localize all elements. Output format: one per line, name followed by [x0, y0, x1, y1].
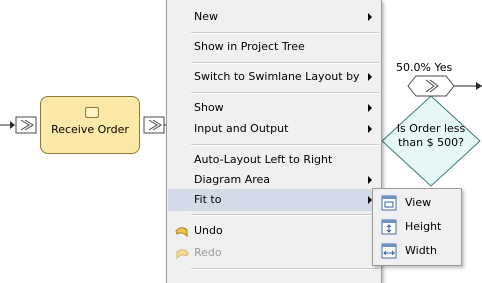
- gateway-percent-label: 50.0% Yes: [396, 61, 453, 74]
- menu-item-redo: Redo: [168, 242, 380, 264]
- fit-height-icon: [381, 219, 397, 235]
- submenu-arrow-icon: [368, 13, 372, 21]
- task-label: Receive Order: [51, 123, 129, 136]
- menu-item-label: Switch to Swimlane Layout by: [194, 70, 360, 83]
- menu-item-fit-to[interactable]: Fit to: [168, 189, 380, 211]
- menu-item-label: Fit to: [194, 193, 222, 206]
- task-output-port-icon[interactable]: [143, 116, 165, 134]
- undo-icon: [175, 227, 188, 238]
- gateway-output-icon[interactable]: [407, 75, 455, 97]
- submenu-arrow-icon: [368, 104, 372, 112]
- menu-item-label: Input and Output: [194, 122, 289, 135]
- submenu-item-label: Width: [405, 244, 437, 257]
- submenu-item-label: Height: [405, 220, 442, 233]
- task-type-icon: [85, 107, 99, 118]
- menu-item-undo[interactable]: Undo: [168, 220, 380, 242]
- menu-item-input-output[interactable]: Input and Output: [168, 118, 380, 140]
- menu-item-label: Redo: [194, 246, 222, 259]
- menu-item-diagram-area[interactable]: Diagram Area: [168, 169, 380, 191]
- menu-item-label: Diagram Area: [194, 173, 271, 186]
- menu-item-auto-layout[interactable]: Auto-Layout Left to Right: [168, 149, 380, 171]
- fit-to-submenu: View Height Width: [372, 188, 462, 266]
- fit-view-icon: [381, 195, 397, 211]
- submenu-arrow-icon: [368, 176, 372, 184]
- menu-separator: [191, 32, 379, 34]
- menu-separator: [191, 144, 379, 146]
- menu-item-show[interactable]: Show: [168, 97, 380, 119]
- submenu-item-width[interactable]: Width: [375, 239, 459, 263]
- fit-width-icon: [381, 243, 397, 259]
- submenu-item-view[interactable]: View: [375, 191, 459, 215]
- submenu-arrow-icon: [368, 73, 372, 81]
- menu-item-label: Undo: [194, 224, 223, 237]
- submenu-item-height[interactable]: Height: [375, 215, 459, 239]
- redo-icon: [176, 249, 189, 260]
- menu-separator: [191, 268, 379, 270]
- menu-item-label: Show: [194, 101, 224, 114]
- menu-item-label: New: [194, 10, 218, 23]
- submenu-arrow-icon: [368, 125, 372, 133]
- menu-separator: [191, 92, 379, 94]
- menu-item-new[interactable]: New: [168, 6, 380, 28]
- submenu-item-label: View: [405, 196, 432, 209]
- menu-separator: [191, 62, 379, 64]
- context-menu: New Show in Project Tree Switch to Swiml…: [166, 0, 382, 283]
- task-input-port-icon[interactable]: [15, 116, 37, 134]
- menu-separator: [191, 214, 379, 216]
- menu-item-label: Show in Project Tree: [194, 40, 305, 53]
- decision-label: Is Order less than $ 500?: [396, 122, 466, 149]
- menu-item-switch-swimlane[interactable]: Switch to Swimlane Layout by: [168, 66, 380, 88]
- menu-item-show-in-project-tree[interactable]: Show in Project Tree: [168, 36, 380, 58]
- menu-item-label: Auto-Layout Left to Right: [194, 153, 333, 166]
- task-receive-order[interactable]: Receive Order: [40, 96, 140, 154]
